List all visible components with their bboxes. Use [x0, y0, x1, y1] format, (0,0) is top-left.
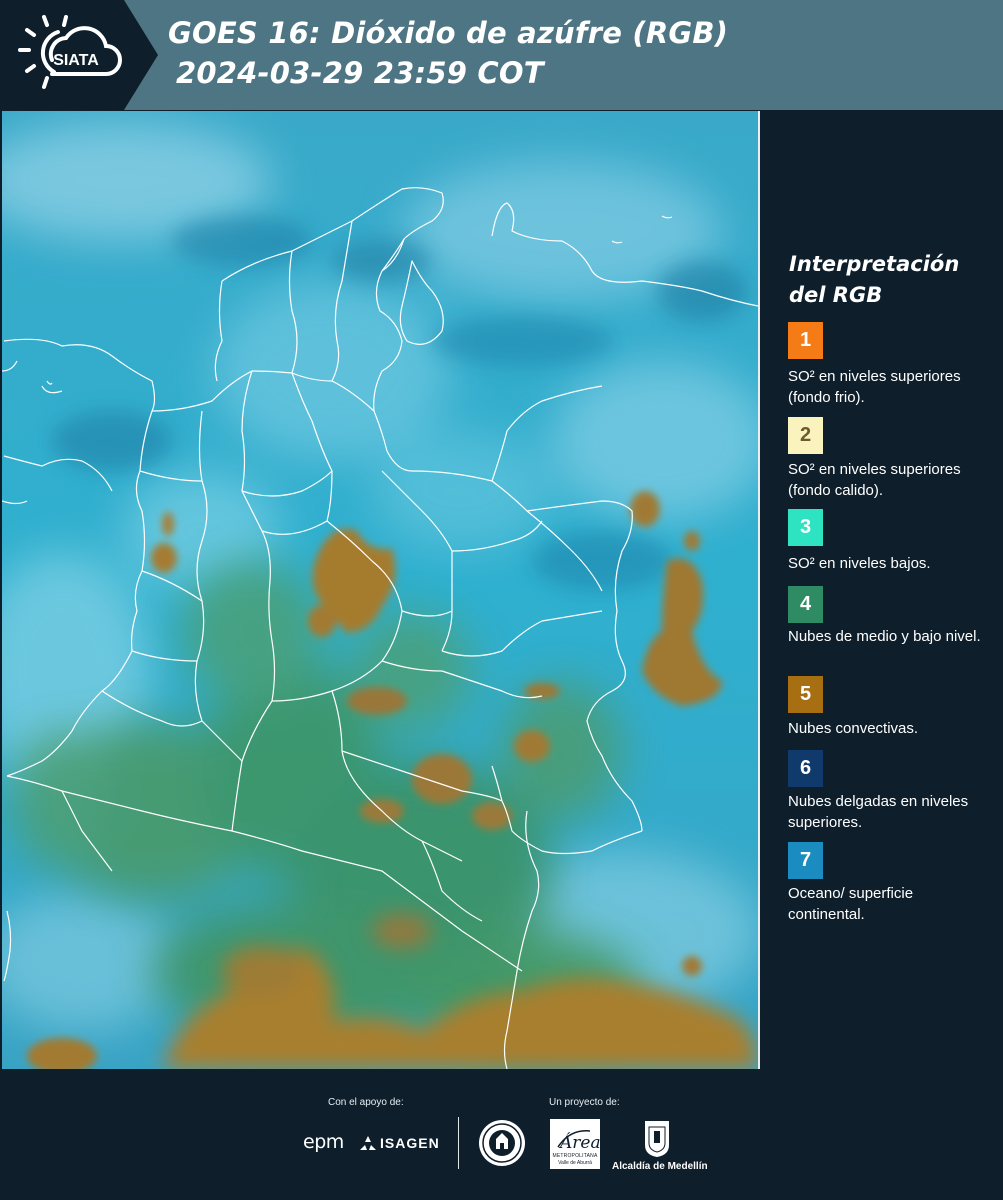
area-logo-sub1: METROPOLITANA	[552, 1153, 598, 1159]
legend-swatch-2: 2	[788, 417, 823, 454]
siata-logo: SIATA	[18, 15, 122, 89]
page-timestamp: 2024-03-29 23:59 COT	[176, 56, 544, 90]
satellite-image	[2, 111, 758, 1069]
area-logo-sub2: Valle de Aburrá	[558, 1160, 592, 1166]
legend-swatch-6: 6	[788, 750, 823, 787]
legend-swatch-1: 1	[788, 322, 823, 359]
legend-panel: Interpretación del RGB 1 SO² en niveles …	[760, 111, 1003, 1069]
legend-label-5: Nubes convectivas.	[788, 720, 919, 737]
legend-swatch-5: 5	[788, 676, 823, 713]
seal-icon	[479, 1120, 525, 1166]
epm-logo: epm	[303, 1131, 344, 1153]
satellite-map	[2, 111, 758, 1069]
legend-label-1: SO² en niveles superiores (fondo frio).	[788, 368, 961, 406]
legend-title-line2: del RGB	[789, 283, 883, 307]
legend-title: Interpretación del RGB	[789, 249, 989, 311]
legend-label-3: SO² en niveles bajos.	[788, 555, 931, 572]
footer: Con el apoyo de: Un proyecto de: epm ISA…	[0, 1069, 1003, 1200]
legend-label-6: Nubes delgadas en niveles superiores.	[788, 793, 969, 831]
legend-swatch-4: 4	[788, 586, 823, 623]
alcaldia-logo-text: Alcaldía de Medellín	[612, 1161, 708, 1172]
legend-label-4: Nubes de medio y bajo nivel.	[788, 628, 981, 645]
legend-swatch-3: 3	[788, 509, 823, 546]
isagen-logo: ISAGEN	[380, 1135, 440, 1151]
legend-label-7: Oceano/ superficie continental.	[788, 885, 914, 923]
project-label: Un proyecto de:	[549, 1097, 620, 1108]
area-logo-text: Área	[560, 1133, 601, 1153]
legend-label-2: SO² en niveles superiores (fondo calido)…	[788, 461, 961, 499]
footer-divider	[458, 1117, 459, 1169]
header: SIATA GOES 16: Dióxido de azúfre (RGB) 2…	[0, 0, 1003, 110]
support-label: Con el apoyo de:	[328, 1097, 404, 1108]
alcaldia-shield-icon	[645, 1121, 669, 1157]
legend-title-line1: Interpretación	[789, 252, 960, 276]
isagen-logo-icon	[360, 1136, 376, 1150]
page-title: GOES 16: Dióxido de azúfre (RGB)	[168, 16, 729, 50]
siata-logo-text: SIATA	[53, 52, 99, 69]
legend-swatch-7: 7	[788, 842, 823, 879]
